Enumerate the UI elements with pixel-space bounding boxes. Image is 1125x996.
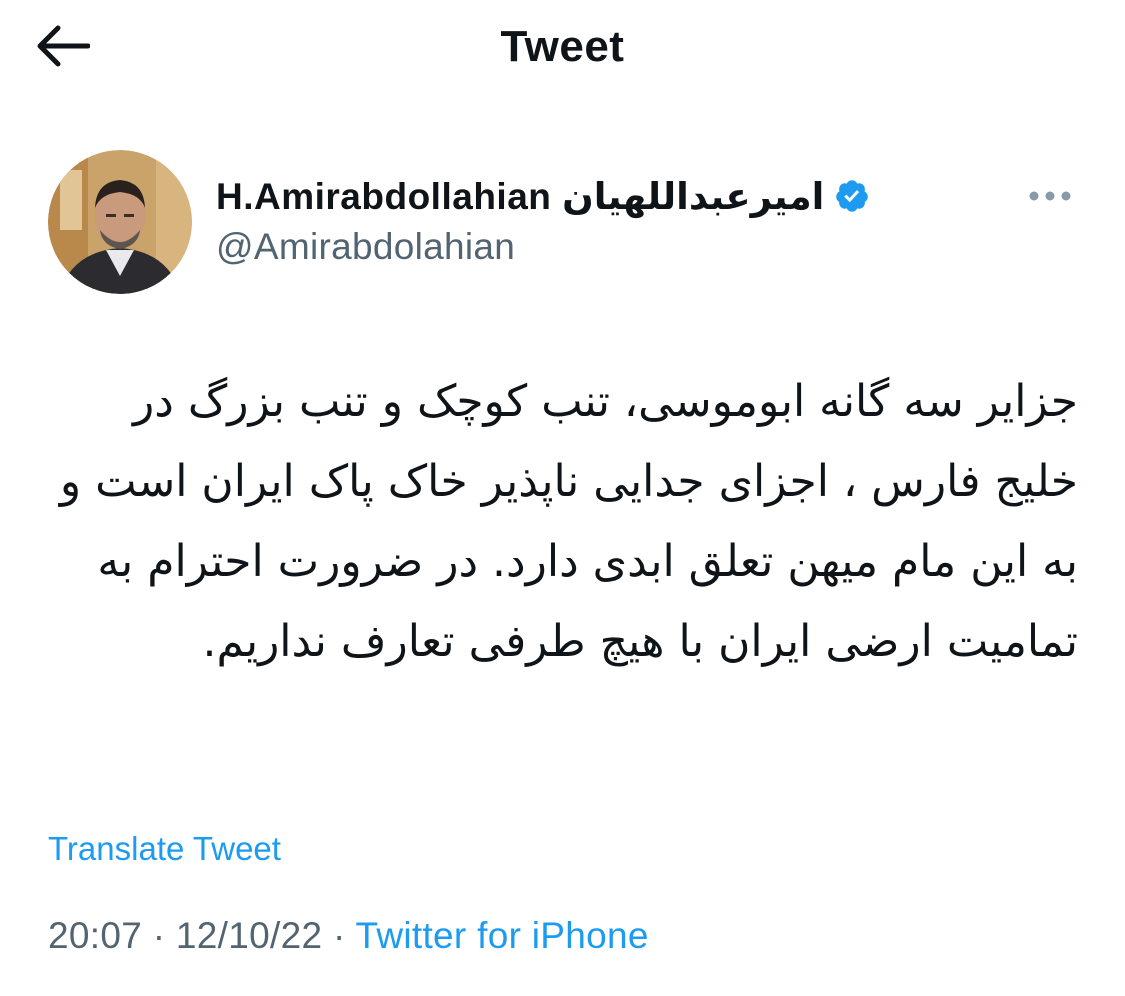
more-horizontal-icon [1028,189,1072,207]
translate-tweet-link[interactable]: Translate Tweet [48,830,281,868]
verified-badge-icon [834,178,870,214]
author-info: H.Amirabdollahian امیرعبداللهیان @Amirab… [216,168,976,268]
more-options-button[interactable] [1026,182,1074,214]
tweet-date: 12/10/22 [175,915,323,956]
tweet-metadata: 20:07 · 12/10/22 · Twitter for iPhone [48,915,649,957]
display-name[interactable]: H.Amirabdollahian امیرعبداللهیان [216,175,824,218]
avatar[interactable] [48,150,192,294]
user-handle[interactable]: @Amirabdolahian [216,226,976,268]
tweet-body: جزایر سه گانه ابوموسی، تنب کوچک و تنب بز… [59,376,1078,667]
tweet-source-link[interactable]: Twitter for iPhone [355,915,648,956]
meta-separator: · [332,915,346,956]
tweet-time: 20:07 [48,915,143,956]
top-bar: Tweet [0,0,1125,100]
page-title: Tweet [500,22,625,71]
meta-separator: · [152,915,166,956]
name-row: H.Amirabdollahian امیرعبداللهیان [216,168,976,224]
